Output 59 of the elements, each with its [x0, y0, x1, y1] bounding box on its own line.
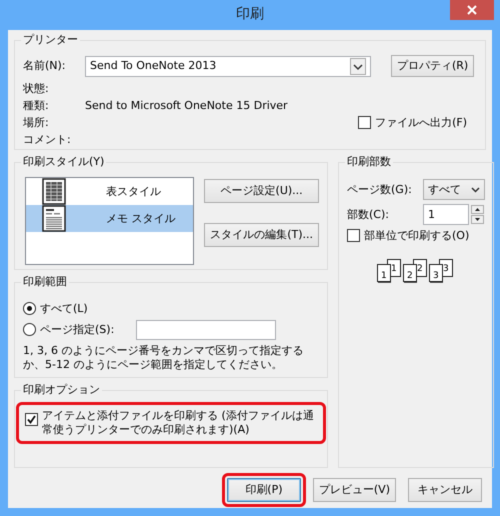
properties-button[interactable]: プロパティ(R)	[391, 55, 474, 77]
arrow-down-icon	[475, 218, 480, 221]
field-label: 部数(C):	[347, 208, 390, 222]
dropdown-value: すべて	[428, 182, 461, 196]
chevron-down-icon	[350, 58, 366, 74]
group-label: 印刷範囲	[21, 275, 69, 289]
page-setup-button[interactable]: ページ設定(U)...	[204, 179, 319, 203]
style-list[interactable]: 表スタイル メモ スタイル	[25, 177, 194, 265]
page-number: 1	[391, 264, 397, 274]
field-label: 名前(N):	[23, 59, 67, 73]
list-item[interactable]: 表スタイル	[26, 178, 194, 205]
field-value: Send to Microsoft OneNote 15 Driver	[85, 98, 288, 112]
checkbox[interactable]	[358, 116, 372, 129]
field-label: コメント:	[23, 132, 72, 146]
group-label: 印刷オプション	[21, 383, 102, 397]
checkbox[interactable]	[25, 413, 38, 426]
radio-label[interactable]: すべて(L)	[40, 302, 88, 316]
checkbox-label[interactable]: ファイルへ出力(F)	[375, 116, 467, 130]
list-item-label: 表スタイル	[106, 184, 161, 198]
radio-label[interactable]: ページ指定(S):	[40, 322, 132, 336]
field-label: 種類:	[23, 98, 50, 112]
preview-button[interactable]: プレビュー(V)	[312, 478, 396, 502]
field-label: ページ数(G):	[347, 182, 413, 196]
arrow-up-icon	[475, 208, 480, 211]
edit-style-button[interactable]: スタイルの編集(T)...	[204, 223, 319, 247]
pages-dropdown[interactable]: すべて	[423, 179, 485, 200]
page-number: 3	[433, 270, 439, 281]
copies-field[interactable]: 1	[423, 204, 469, 225]
group-label: プリンター	[21, 33, 80, 47]
checkbox[interactable]	[347, 229, 360, 242]
list-item[interactable]: メモ スタイル	[26, 205, 194, 232]
field-label: 場所:	[23, 116, 50, 130]
checkbox-label[interactable]: 部単位で印刷する(O)	[364, 229, 470, 243]
close-icon	[467, 5, 477, 15]
group-label: 印刷部数	[345, 155, 393, 169]
radio-button[interactable]	[23, 323, 36, 336]
field-label: 状態:	[23, 82, 50, 96]
page-range-field[interactable]	[136, 320, 276, 340]
cancel-button[interactable]: キャンセル	[408, 478, 482, 502]
dropdown-value: Send To OneNote 2013	[90, 59, 216, 73]
page-number: 2	[407, 270, 413, 281]
printer-dropdown[interactable]: Send To OneNote 2013	[85, 56, 371, 76]
checkbox-label[interactable]: アイテムと添付ファイルを印刷する (添付ファイルは通常使うプリンターでのみ印刷されます)(A)	[42, 409, 317, 436]
memo-style-icon	[42, 205, 66, 232]
field-value: 1	[428, 208, 435, 222]
group-label: 印刷スタイル(Y)	[21, 155, 106, 169]
chevron-down-icon	[471, 186, 480, 192]
table-style-icon	[42, 178, 66, 205]
page-number: 3	[443, 264, 449, 274]
hint-text: 1, 3, 6 のようにページ番号をカンマで区切って指定するか、5-12 のようにページ範囲を指定してください。	[23, 344, 304, 372]
page-number: 2	[417, 264, 423, 274]
window-title: 印刷	[236, 6, 264, 24]
close-button[interactable]	[450, 0, 494, 20]
check-icon	[27, 415, 36, 424]
radio-button[interactable]	[23, 302, 36, 315]
page-number: 1	[381, 270, 387, 281]
spin-down-button[interactable]	[471, 215, 484, 224]
list-item-label: メモ スタイル	[106, 212, 176, 226]
spin-up-button[interactable]	[471, 205, 484, 214]
